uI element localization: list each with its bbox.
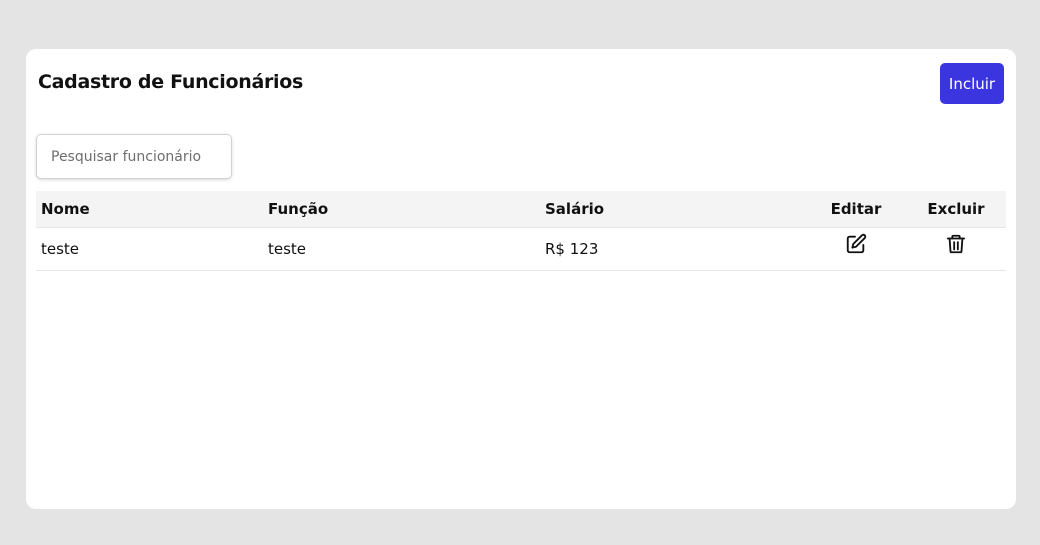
employee-table: Nome Função Salário Editar Excluir teste… (36, 191, 1006, 271)
column-header-excluir: Excluir (927, 200, 985, 218)
cell-funcao: teste (268, 240, 307, 258)
table-header: Nome Função Salário Editar Excluir (36, 191, 1006, 228)
page-title: Cadastro de Funcionários (38, 71, 304, 93)
edit-icon[interactable] (843, 231, 869, 257)
column-header-funcao: Função (268, 200, 329, 218)
cell-editar (816, 228, 896, 270)
column-header-editar: Editar (830, 200, 882, 218)
column-header-salario: Salário (545, 200, 605, 218)
column-header-nome: Nome (41, 200, 90, 218)
trash-icon[interactable] (943, 231, 969, 257)
employee-card: Cadastro de Funcionários Incluir Nome Fu… (26, 49, 1016, 509)
cell-salario: R$ 123 (545, 240, 599, 258)
search-input[interactable] (36, 134, 232, 179)
cell-nome: teste (41, 240, 80, 258)
add-employee-button[interactable]: Incluir (940, 63, 1004, 104)
table-row: teste teste R$ 123 (36, 228, 1006, 271)
cell-excluir (916, 228, 996, 270)
